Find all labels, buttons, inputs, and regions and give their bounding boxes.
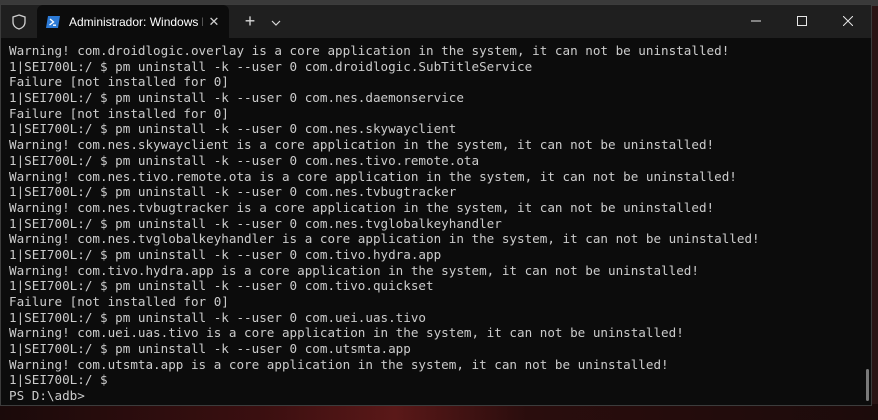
console-line: Warning! com.droidlogic.overlay is a cor… [9, 43, 730, 58]
console-line: Warning! com.nes.skywayclient is a core … [9, 137, 715, 153]
close-window-button[interactable] [825, 5, 871, 38]
console-line: 1|SEI700L:/ $ pm uninstall -k --user 0 c… [9, 121, 457, 137]
shield-icon [1, 5, 37, 38]
vertical-scrollbar[interactable] [866, 45, 869, 401]
console-line: 1|SEI700L:/ $ pm uninstall -k --user 0 c… [9, 309, 427, 325]
title-drag-area[interactable] [287, 5, 733, 38]
console-line: Failure [not installed for 0] [9, 74, 229, 90]
tab-close-button[interactable]: ✕ [203, 11, 225, 33]
console-line: 1|SEI700L:/ $ pm uninstall -k --user 0 c… [9, 184, 457, 200]
console-line: 1|SEI700L:/ $ pm uninstall -k --user 0 c… [9, 90, 464, 106]
console-prompt: PS D:\adb> [9, 388, 85, 404]
desktop-background-bottom [0, 404, 878, 420]
console-line: Failure [not installed for 0] [9, 294, 229, 309]
tab-powershell[interactable]: Administrador: Windows Pow ✕ [37, 5, 229, 38]
console-line: 1|SEI700L:/ $ pm uninstall -k --user 0 c… [9, 58, 533, 74]
powershell-icon [45, 14, 61, 30]
console-line: 1|SEI700L:/ $ pm uninstall -k --user 0 c… [9, 215, 502, 231]
new-tab-button[interactable]: + [235, 5, 265, 38]
console-output[interactable]: Warning! com.droidlogic.overlay is a cor… [1, 38, 871, 405]
minimize-button[interactable] [733, 5, 779, 38]
chevron-down-icon [271, 13, 281, 31]
console-line: Warning! com.nes.tivo.remote.ota is a co… [9, 168, 737, 184]
console-line: Warning! com.nes.tvglobalkeyhandler is a… [9, 231, 760, 247]
scrollbar-thumb[interactable] [866, 369, 869, 401]
console-line: Warning! com.tivo.hydra.app is a core ap… [9, 262, 699, 278]
console-line: Warning! com.uei.uas.tivo is a core appl… [9, 325, 684, 341]
title-bar[interactable]: Administrador: Windows Pow ✕ + [1, 5, 871, 38]
console-line: 1|SEI700L:/ $ pm uninstall -k --user 0 c… [9, 152, 480, 168]
close-icon [842, 13, 854, 31]
console-line: Warning! com.nes.tvbugtracker is a core … [9, 199, 715, 215]
terminal-window: Administrador: Windows Pow ✕ + [0, 4, 872, 406]
tab-dropdown-button[interactable] [265, 5, 287, 38]
console-line: Warning! com.utsmta.app is a core applic… [9, 356, 669, 372]
minimize-icon [751, 13, 761, 31]
console-line: 1|SEI700L:/ $ pm uninstall -k --user 0 c… [9, 341, 411, 357]
console-line: Failure [not installed for 0] [9, 105, 229, 121]
console-line: 1|SEI700L:/ $ [9, 372, 108, 388]
maximize-icon [797, 13, 807, 31]
tab-title: Administrador: Windows Pow [69, 14, 203, 29]
console-line: 1|SEI700L:/ $ pm uninstall -k --user 0 c… [9, 278, 434, 294]
console-line: 1|SEI700L:/ $ pm uninstall -k --user 0 c… [9, 246, 442, 262]
maximize-button[interactable] [779, 5, 825, 38]
